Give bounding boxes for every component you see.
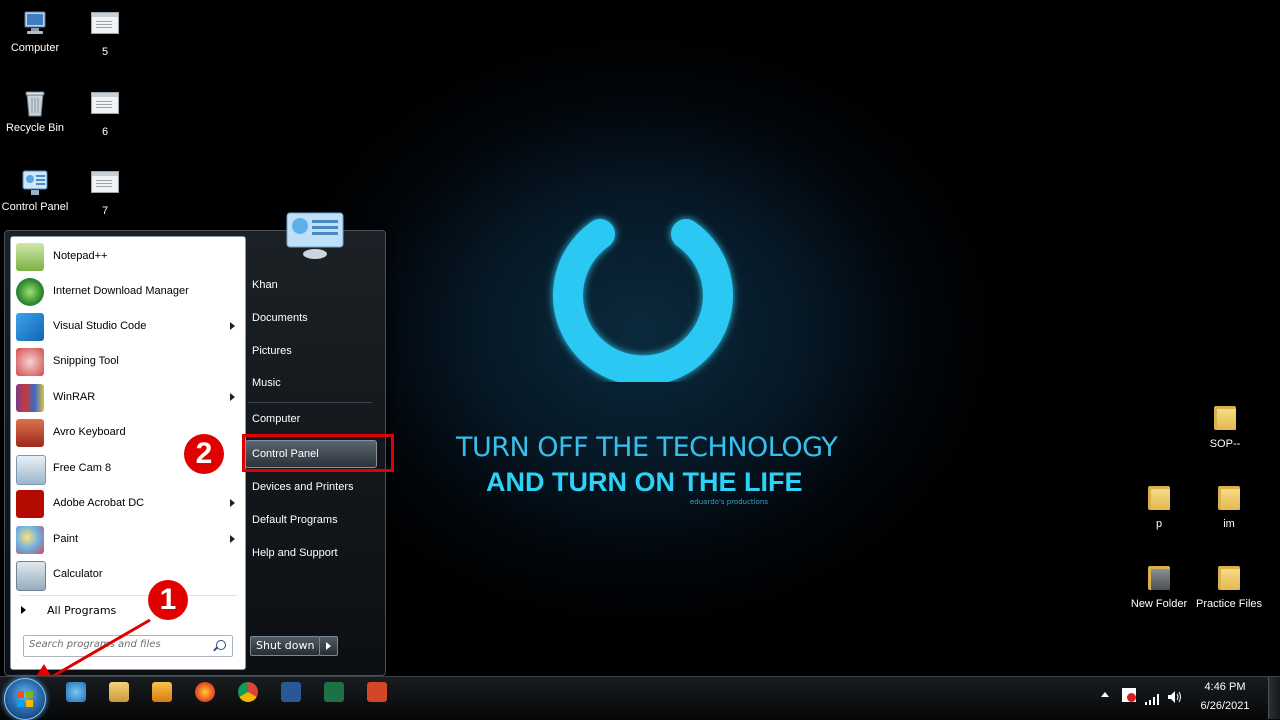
word-icon[interactable] [281,682,301,702]
step-1-arrow-icon [25,618,151,693]
media-player-icon[interactable] [152,682,172,702]
chrome-icon[interactable] [238,682,258,702]
windows-logo-icon [17,691,33,707]
taskbar [0,676,1280,720]
firefox-icon[interactable] [195,682,215,702]
show-hidden-icons-chevron-icon[interactable] [1101,692,1109,697]
show-desktop-button[interactable] [1268,677,1280,719]
excel-icon[interactable] [324,682,344,702]
volume-icon[interactable] [1167,689,1183,703]
internet-explorer-icon[interactable] [66,682,86,702]
action-center-flag-icon[interactable] [1122,688,1136,702]
clock-date[interactable]: 6/26/2021 [1195,700,1255,712]
file-explorer-icon[interactable] [109,682,129,702]
clock-time[interactable]: 4:46 PM [1195,681,1255,693]
powerpoint-icon[interactable] [367,682,387,702]
network-signal-icon[interactable] [1144,690,1160,705]
start-button[interactable] [4,678,46,720]
